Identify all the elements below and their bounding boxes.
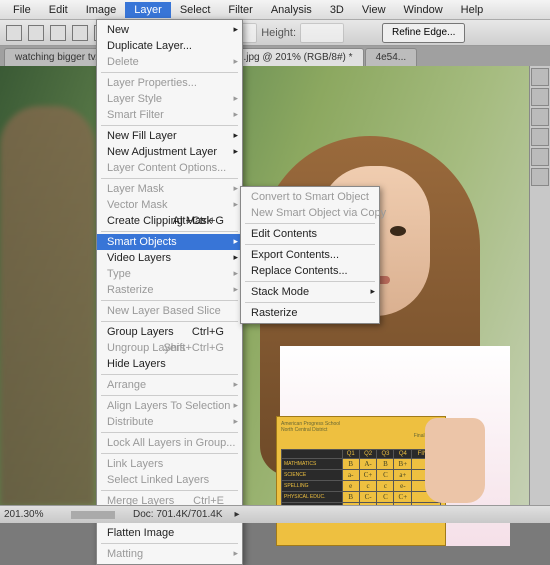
menu-item-convert-to-smart-object: Convert to Smart Object [241, 189, 379, 205]
menu-item-duplicate-layer-[interactable]: Duplicate Layer... [97, 38, 242, 54]
layer-menu-dropdown: NewDuplicate Layer...Delete Layer Propert… [96, 19, 243, 565]
menu-item-layer-mask: Layer Mask [97, 181, 242, 197]
menu-item-link-layers: Link Layers [97, 456, 242, 472]
tool-lasso-icon[interactable] [531, 108, 549, 126]
menu-item-create-clipping-mask[interactable]: Create Clipping MaskAlt+Ctrl+G [97, 213, 242, 229]
menu-select[interactable]: Select [171, 2, 220, 18]
report-card: American Progress School North Central D… [276, 416, 446, 546]
menu-layer[interactable]: Layer [125, 2, 171, 18]
tool-move-icon[interactable] [531, 68, 549, 86]
menu-item-smart-filter: Smart Filter [97, 107, 242, 123]
marquee-add-icon[interactable] [50, 25, 66, 41]
menu-item-edit-contents[interactable]: Edit Contents [241, 226, 379, 242]
status-slider[interactable] [71, 511, 115, 519]
menu-item-new-smart-object-via-copy: New Smart Object via Copy [241, 205, 379, 221]
status-zoom[interactable]: 201.30% [4, 509, 59, 520]
height-label: Height: [261, 27, 296, 39]
menu-item-layer-content-options-: Layer Content Options... [97, 160, 242, 176]
menu-item-smart-objects[interactable]: Smart Objects [97, 234, 242, 250]
refine-edge-button[interactable]: Refine Edge... [382, 23, 465, 43]
menu-item-new-adjustment-layer[interactable]: New Adjustment Layer [97, 144, 242, 160]
menu-item-video-layers[interactable]: Video Layers [97, 250, 242, 266]
right-toolbox [529, 66, 550, 506]
tool-icon[interactable] [6, 25, 22, 41]
menu-item-hide-layers[interactable]: Hide Layers [97, 356, 242, 372]
menu-filter[interactable]: Filter [219, 2, 261, 18]
menu-item-select-linked-layers: Select Linked Layers [97, 472, 242, 488]
menu-item-layer-properties-: Layer Properties... [97, 75, 242, 91]
menu-help[interactable]: Help [452, 2, 493, 18]
girl-hand [425, 418, 485, 503]
menu-image[interactable]: Image [77, 2, 126, 18]
menu-item-group-layers[interactable]: Group LayersCtrl+G [97, 324, 242, 340]
menu-item-new-fill-layer[interactable]: New Fill Layer [97, 128, 242, 144]
menu-item-arrange: Arrange [97, 377, 242, 393]
menu-item-lock-all-layers-in-group-: Lock All Layers in Group... [97, 435, 242, 451]
shortcut: Ctrl+G [192, 326, 224, 338]
status-doc: Doc: 701.4K/701.4K [133, 509, 223, 520]
person-blurred [0, 106, 95, 506]
menu-edit[interactable]: Edit [40, 2, 77, 18]
menu-analysis[interactable]: Analysis [262, 2, 321, 18]
smart-objects-submenu: Convert to Smart ObjectNew Smart Object … [240, 186, 380, 324]
tool-marquee-icon[interactable] [531, 88, 549, 106]
shortcut: Alt+Ctrl+G [173, 215, 224, 227]
menu-item-distribute: Distribute [97, 414, 242, 430]
tool-wand-icon[interactable] [531, 128, 549, 146]
menu-view[interactable]: View [353, 2, 395, 18]
menu-item-layer-style: Layer Style [97, 91, 242, 107]
report-title: Final Report [281, 433, 441, 439]
menu-item-rasterize[interactable]: Rasterize [241, 305, 379, 321]
menu-item-matting: Matting [97, 546, 242, 562]
menu-item-type: Type [97, 266, 242, 282]
menu-item-rasterize: Rasterize [97, 282, 242, 298]
menu-item-stack-mode[interactable]: Stack Mode [241, 284, 379, 300]
marquee-sub-icon[interactable] [72, 25, 88, 41]
menu-item-delete: Delete [97, 54, 242, 70]
height-input [300, 23, 344, 43]
eye-right [390, 226, 406, 236]
document-tab[interactable]: 4e54... [365, 48, 418, 66]
menu-item-new[interactable]: New [97, 22, 242, 38]
status-arrow-icon[interactable]: ▸ [235, 509, 240, 520]
shortcut: Shift+Ctrl+G [163, 342, 224, 354]
menu-item-flatten-image[interactable]: Flatten Image [97, 525, 242, 541]
menu-3d[interactable]: 3D [321, 2, 353, 18]
menu-item-ungroup-layers: Ungroup LayersShift+Ctrl+G [97, 340, 242, 356]
menu-window[interactable]: Window [395, 2, 452, 18]
tool-crop-icon[interactable] [531, 148, 549, 166]
marquee-icon[interactable] [28, 25, 44, 41]
menu-item-align-layers-to-selection: Align Layers To Selection [97, 398, 242, 414]
menu-item-replace-contents-[interactable]: Replace Contents... [241, 263, 379, 279]
menu-item-vector-mask: Vector Mask [97, 197, 242, 213]
menu-item-export-contents-[interactable]: Export Contents... [241, 247, 379, 263]
menu-item-new-layer-based-slice: New Layer Based Slice [97, 303, 242, 319]
menu-file[interactable]: File [4, 2, 40, 18]
tool-eyedrop-icon[interactable] [531, 168, 549, 186]
